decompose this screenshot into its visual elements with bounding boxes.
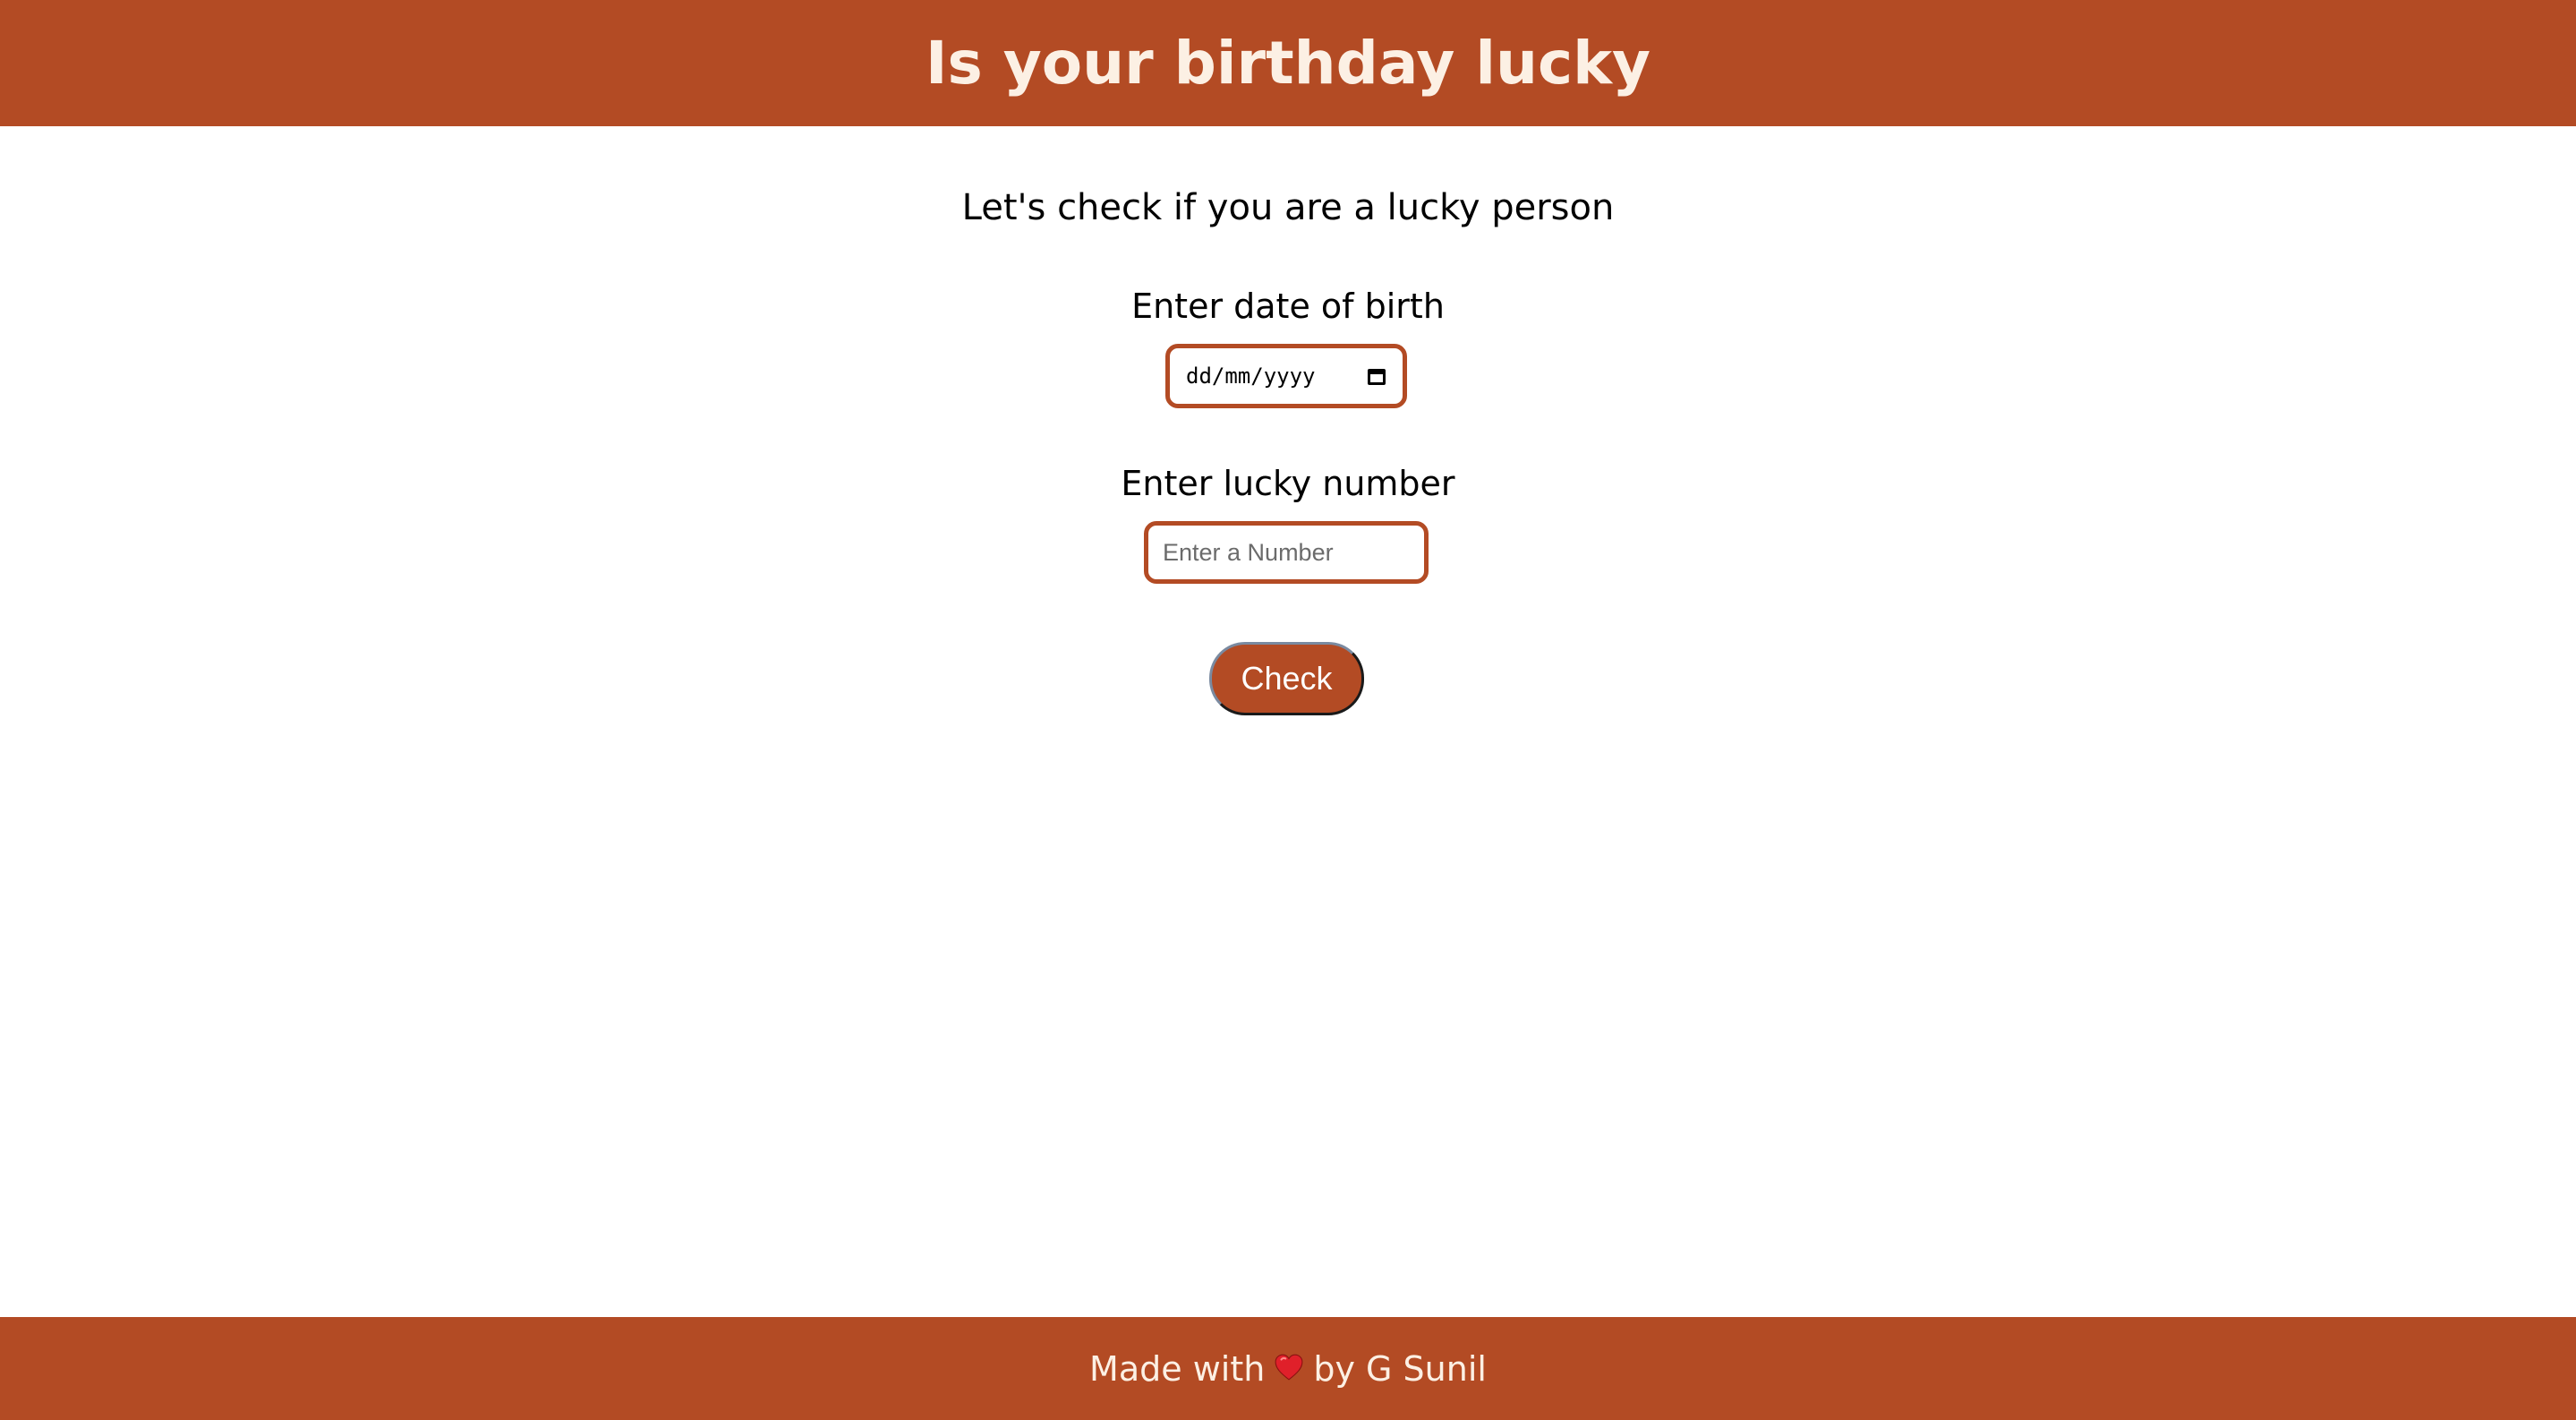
calendar-icon[interactable] [1367,366,1386,386]
main-content: Let's check if you are a lucky person En… [0,126,2576,1317]
date-placeholder: dd/mm/yyyy [1186,364,1316,389]
page: Is your birthday lucky Let's check if yo… [0,0,2576,1420]
app-header: Is your birthday lucky [0,0,2576,126]
dob-label: Enter date of birth [1131,287,1445,326]
lucky-number-input[interactable] [1144,521,1429,584]
check-button[interactable]: Check [1209,642,1364,715]
footer: Made with by G Sunil [0,1317,2576,1420]
lucky-number-label: Enter lucky number [1121,464,1455,503]
page-title: Is your birthday lucky [925,29,1651,98]
footer-text-before: Made with [1089,1348,1266,1389]
date-of-birth-input[interactable]: dd/mm/yyyy [1165,344,1407,408]
subtitle: Let's check if you are a lucky person [961,187,1615,228]
footer-text-after: by G Sunil [1313,1348,1487,1389]
heart-icon [1274,1352,1304,1382]
